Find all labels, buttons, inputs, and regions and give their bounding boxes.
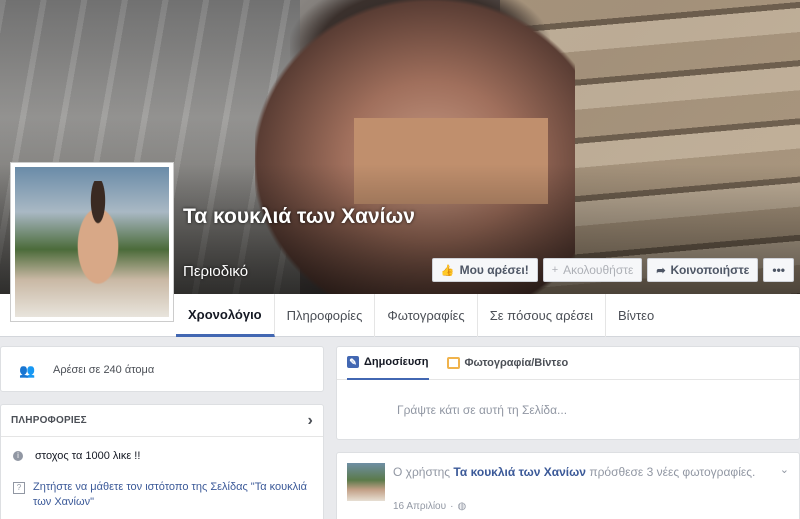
share-arrow-icon: ➦	[656, 264, 666, 277]
post-prefix: Ο χρήστης	[393, 465, 451, 479]
post-avatar[interactable]	[347, 463, 385, 501]
thumbs-up-icon: 👍	[440, 264, 455, 277]
tab-about[interactable]: Πληροφορίες	[275, 294, 376, 337]
question-icon: ?	[13, 482, 25, 494]
profile-image	[15, 167, 169, 317]
page-tabs: Χρονολόγιο Πληροφορίες Φωτογραφίες Σε πό…	[176, 294, 666, 337]
tab-photos[interactable]: Φωτογραφίες	[375, 294, 478, 337]
about-header[interactable]: ΠΛΗΡΟΦΟΡΙΕΣ ›	[1, 405, 323, 437]
post-text: Ο χρήστης Τα κουκλιά των Χανίων πρόσθεσε…	[393, 463, 763, 481]
page-title[interactable]: Τα κουκλιά των Χανίων	[183, 204, 423, 229]
follow-button[interactable]: + Ακολουθήστε	[542, 258, 643, 282]
info-icon: i	[13, 451, 23, 461]
composer-tabs: ✎ Δημοσίευση Φωτογραφία/Βίντεο	[337, 347, 799, 380]
chevron-right-icon[interactable]: ›	[307, 412, 313, 430]
globe-icon[interactable]: ◍	[457, 501, 466, 512]
like-button[interactable]: 👍 Μου αρέσει!	[431, 258, 538, 282]
likes-count-text[interactable]: Αρέσει σε 240 άτομα	[53, 364, 154, 376]
feed-post: Ο χρήστης Τα κουκλιά των Χανίων πρόσθεσε…	[336, 452, 800, 519]
post-author-link[interactable]: Τα κουκλιά των Χανίων	[453, 465, 586, 479]
composer: ✎ Δημοσίευση Φωτογραφία/Βίντεο Γράψτε κά…	[336, 346, 800, 440]
composer-input[interactable]: Γράψτε κάτι σε αυτή τη Σελίδα...	[397, 403, 567, 417]
about-card: ΠΛΗΡΟΦΟΡΙΕΣ › i στοχος τα 1000 λικε !! ?…	[0, 404, 324, 519]
people-icon: 👥	[19, 363, 36, 378]
share-button-label: Κοινοποιήστε	[670, 263, 750, 277]
profile-figure	[63, 181, 133, 311]
plus-icon: +	[551, 264, 559, 276]
more-button[interactable]: •••	[763, 258, 794, 282]
tab-likes[interactable]: Σε πόσους αρέσει	[478, 294, 606, 337]
composer-tab-photo[interactable]: Φωτογραφία/Βίντεο	[446, 347, 569, 380]
cover-action-buttons: 👍 Μου αρέσει! + Ακολουθήστε ➦ Κοινοποιήσ…	[431, 258, 794, 282]
composer-tab-photo-label: Φωτογραφία/Βίντεο	[464, 357, 569, 369]
composer-tab-post[interactable]: ✎ Δημοσίευση	[347, 347, 429, 380]
more-dots-icon: •••	[772, 263, 785, 277]
share-button[interactable]: ➦ Κοινοποιήστε	[647, 258, 759, 282]
photo-icon	[446, 357, 460, 369]
website-request-row[interactable]: ? Ζητήστε να μάθετε τον ιστότοπο της Σελ…	[13, 480, 323, 510]
composer-tab-post-label: Δημοσίευση	[364, 356, 429, 368]
chevron-down-icon[interactable]: ⌄	[780, 463, 789, 476]
about-description-row: i στοχος τα 1000 λικε !!	[13, 450, 140, 462]
post-meta-separator: ·	[450, 501, 454, 512]
post-meta: 16 Απριλίου · ◍	[393, 501, 466, 512]
follow-button-label: Ακολουθήστε	[563, 263, 634, 277]
tab-videos[interactable]: Βίντεο	[606, 294, 666, 337]
post-suffix: πρόσθεσε 3 νέες φωτογραφίες.	[589, 465, 756, 479]
like-button-label: Μου αρέσει!	[459, 263, 529, 277]
page-category[interactable]: Περιοδικό	[183, 263, 248, 280]
tab-timeline[interactable]: Χρονολόγιο	[176, 294, 275, 337]
profile-picture[interactable]	[10, 162, 174, 322]
likes-card: 👥 Αρέσει σε 240 άτομα	[0, 346, 324, 392]
about-description: στοχος τα 1000 λικε !!	[35, 450, 141, 462]
website-request-link[interactable]: Ζητήστε να μάθετε τον ιστότοπο της Σελίδ…	[33, 480, 323, 510]
pencil-icon: ✎	[347, 356, 359, 368]
post-date[interactable]: 16 Απριλίου	[393, 501, 446, 512]
about-header-label: ΠΛΗΡΟΦΟΡΙΕΣ	[11, 415, 87, 426]
